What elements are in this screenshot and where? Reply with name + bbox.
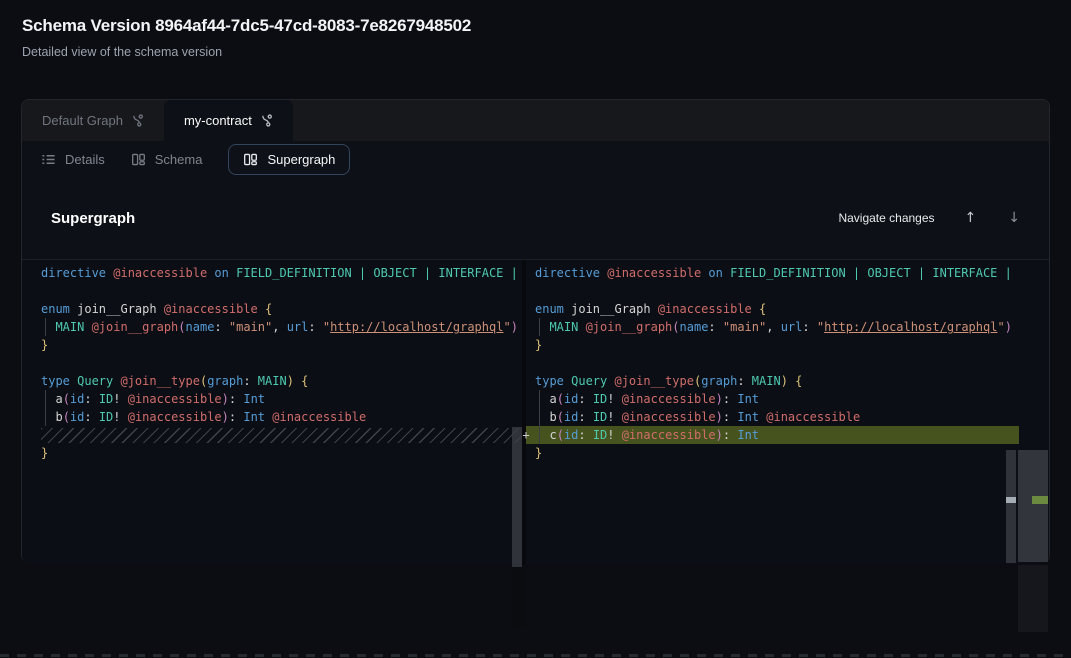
- code-line: }: [41, 336, 522, 354]
- code-line: a(id: ID! @inaccessible): Int: [535, 390, 1049, 408]
- columns-icon: [131, 152, 146, 167]
- indent-guide: [45, 408, 46, 426]
- indent-guide: [539, 390, 540, 408]
- fork-icon: [260, 114, 273, 127]
- code-line: enum join__Graph @inaccessible {: [535, 300, 1049, 318]
- code-line: directive @inaccessible on FIELD_DEFINIT…: [41, 264, 522, 282]
- graph-tab-label: my-contract: [184, 113, 252, 128]
- view-tabs: Details Schema Supergraph: [22, 141, 1049, 177]
- view-tab-supergraph[interactable]: Supergraph: [228, 144, 350, 175]
- inserted-line-plus-marker: +: [519, 426, 533, 444]
- view-tab-schema[interactable]: Schema: [131, 152, 203, 167]
- original-code: directive @inaccessible on FIELD_DEFINIT…: [22, 260, 522, 565]
- graph-tab-my-contract[interactable]: my-contract: [164, 100, 293, 141]
- code-line: [41, 282, 522, 300]
- code-line: directive @inaccessible on FIELD_DEFINIT…: [535, 264, 1049, 282]
- diff-split-divider-overflow: [512, 565, 526, 627]
- scrollbar-change-mark: [1006, 497, 1016, 503]
- view-tab-label: Supergraph: [267, 152, 335, 167]
- code-line: }: [41, 444, 522, 462]
- graph-tab-label: Default Graph: [42, 113, 123, 128]
- code-line: type Query @join__type(graph: MAIN) {: [41, 372, 522, 390]
- diff-original-editor[interactable]: directive @inaccessible on FIELD_DEFINIT…: [22, 260, 522, 565]
- page-header: Schema Version 8964af44-7dc5-47cd-8083-7…: [22, 16, 471, 59]
- minimap-added-line-mark: [1032, 496, 1048, 504]
- code-line: b(id: ID! @inaccessible): Int @inaccessi…: [535, 408, 1049, 426]
- navigate-changes-label: Navigate changes: [838, 211, 934, 225]
- code-line: [535, 282, 1049, 300]
- diff-modified-editor[interactable]: directive @inaccessible on FIELD_DEFINIT…: [526, 260, 1049, 565]
- indent-guide: [45, 318, 46, 336]
- bottom-dashed-divider: [0, 654, 1071, 657]
- panel-header: Supergraph Navigate changes ↑ ↓: [22, 177, 1049, 259]
- fork-icon: [131, 114, 144, 127]
- indent-guide: [539, 318, 540, 336]
- page-title: Schema Version 8964af44-7dc5-47cd-8083-7…: [22, 16, 471, 36]
- minimap-overflow: [1018, 565, 1048, 632]
- minimap-slider[interactable]: [1018, 450, 1048, 562]
- view-tab-label: Details: [65, 152, 105, 167]
- code-line: [41, 354, 522, 372]
- arrow-down-icon: ↓: [1008, 210, 1020, 226]
- arrow-up-icon: ↑: [965, 210, 977, 226]
- code-line: enum join__Graph @inaccessible {: [41, 300, 522, 318]
- left-editor-scrollbar[interactable]: [512, 427, 522, 567]
- page-subtitle: Detailed view of the schema version: [22, 45, 471, 59]
- code-line: b(id: ID! @inaccessible): Int @inaccessi…: [41, 408, 522, 426]
- panel-title: Supergraph: [51, 210, 135, 227]
- minimap[interactable]: [1018, 260, 1048, 632]
- navigate-changes: Navigate changes ↑ ↓: [838, 209, 1022, 227]
- next-change-button[interactable]: ↓: [1006, 209, 1022, 227]
- inserted-line-placeholder: [41, 426, 522, 444]
- list-icon: [41, 152, 56, 167]
- right-editor-scrollbar[interactable]: [1006, 450, 1016, 563]
- indent-guide: [539, 426, 540, 444]
- columns-icon: [243, 152, 258, 167]
- code-line: a(id: ID! @inaccessible): Int: [41, 390, 522, 408]
- code-line: [535, 354, 1049, 372]
- schema-version-card: Default Graph my-contract Details Schema Su…: [21, 99, 1050, 563]
- code-line: type Query @join__type(graph: MAIN) {: [535, 372, 1049, 390]
- graph-tab-default-graph[interactable]: Default Graph: [22, 100, 164, 141]
- view-tab-details[interactable]: Details: [41, 152, 105, 167]
- view-tab-label: Schema: [155, 152, 203, 167]
- modified-code: directive @inaccessible on FIELD_DEFINIT…: [526, 260, 1049, 565]
- indent-guide: [539, 408, 540, 426]
- indent-guide: [45, 390, 46, 408]
- code-line: MAIN @join__graph(name: "main", url: "ht…: [41, 318, 522, 336]
- diff-hatch-pattern: [41, 428, 522, 443]
- graph-tabs: Default Graph my-contract: [22, 100, 1049, 141]
- previous-change-button[interactable]: ↑: [963, 209, 979, 227]
- code-line: }: [535, 444, 1049, 462]
- added-code-line: c(id: ID! @inaccessible): Int: [535, 426, 1049, 444]
- code-line: }: [535, 336, 1049, 354]
- code-line: MAIN @join__graph(name: "main", url: "ht…: [535, 318, 1049, 336]
- supergraph-diff-editor: directive @inaccessible on FIELD_DEFINIT…: [22, 259, 1049, 564]
